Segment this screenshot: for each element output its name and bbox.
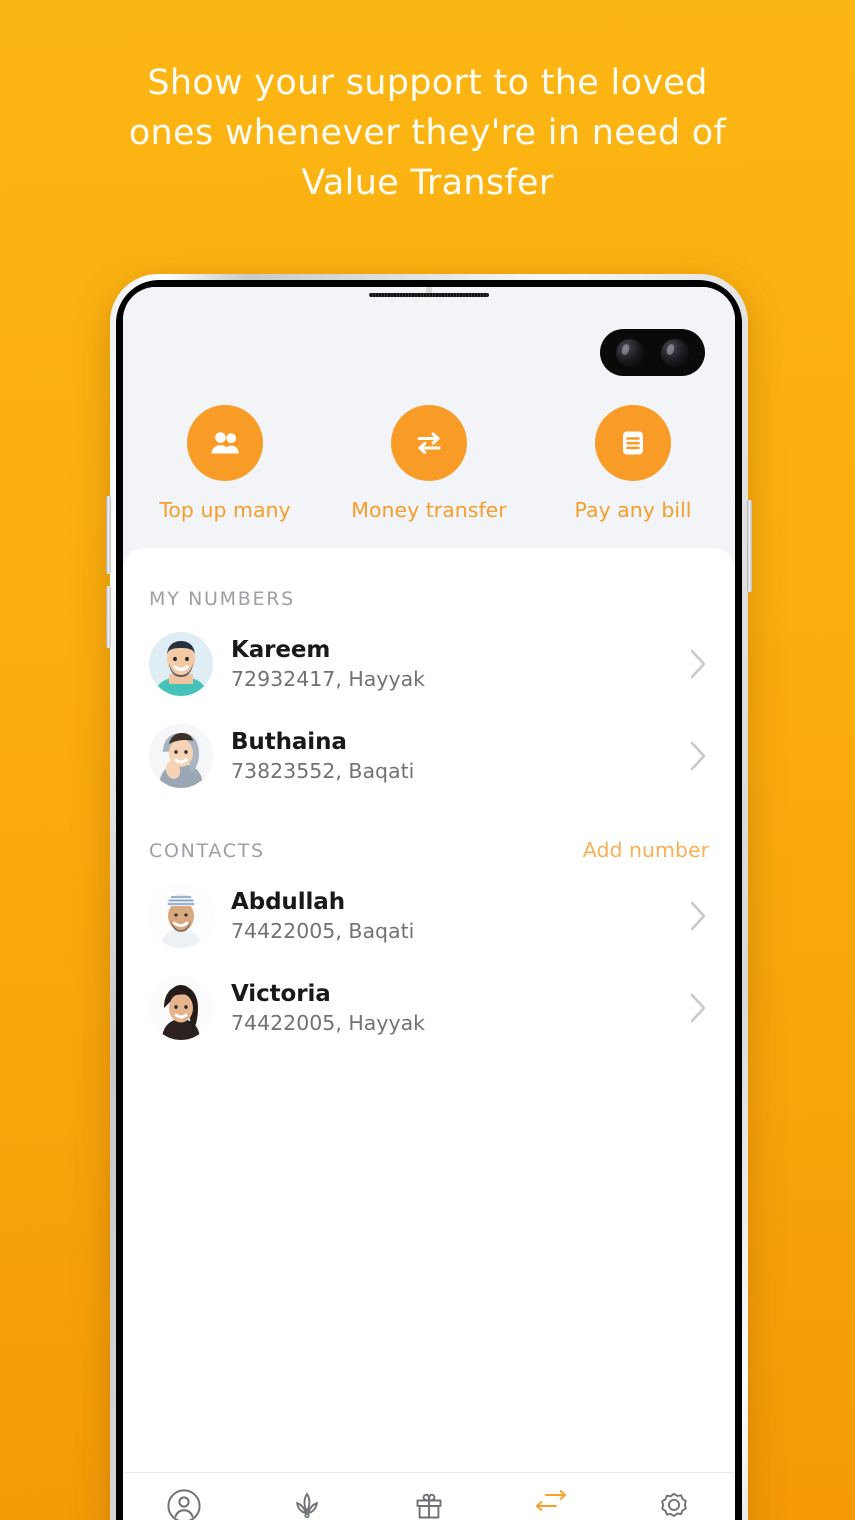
dual-camera-punch-hole — [600, 329, 705, 376]
row-text: Kareem 72932417, Hayyak — [231, 636, 669, 693]
transfer-arrows-icon — [391, 405, 467, 481]
contact-detail: 74422005, Baqati — [231, 918, 415, 943]
app-screen: Top up many Money transfer Pay any bill … — [123, 287, 735, 1520]
camera-lens-secondary — [660, 338, 689, 367]
power-button[interactable] — [747, 500, 752, 592]
quick-actions-row: Top up many Money transfer Pay any bill — [123, 287, 735, 548]
my-number-row-buthaina[interactable]: Buthaina 73823552, Baqati — [149, 710, 709, 802]
my-number-row-kareem[interactable]: Kareem 72932417, Hayyak — [149, 618, 709, 710]
man-omani-kuma-avatar — [149, 884, 213, 948]
contacts-header: CONTACTS Add number — [149, 802, 709, 870]
add-number-link[interactable]: Add number — [583, 838, 709, 862]
volume-up-button[interactable] — [106, 496, 111, 574]
quick-action-pay-any-bill[interactable]: Pay any bill — [548, 405, 718, 522]
woman-grey-hijab-avatar — [149, 724, 213, 788]
section-title: MY NUMBERS — [149, 588, 295, 610]
person-circle-icon — [167, 1489, 201, 1520]
proximity-sensor — [426, 287, 432, 293]
chevron-right-icon — [690, 993, 706, 1023]
headline-line-3: Value Transfer — [301, 163, 554, 203]
contact-name: Buthaina — [231, 728, 347, 755]
promo-headline: Show your support to the loved ones when… — [0, 58, 855, 208]
contact-detail: 74422005, Hayyak — [231, 1010, 426, 1035]
nav-item-offers[interactable] — [261, 1487, 353, 1520]
people-icon — [187, 405, 263, 481]
chevron-right-icon — [690, 649, 706, 679]
nav-item-transfer[interactable] — [505, 1487, 597, 1520]
sheet-empty-space — [149, 1054, 709, 1472]
woman-dark-hair-avatar — [149, 976, 213, 1040]
nav-item-account[interactable] — [138, 1487, 230, 1520]
contact-row-victoria[interactable]: Victoria 74422005, Hayyak — [149, 962, 709, 1054]
row-text: Abdullah 74422005, Baqati — [231, 888, 669, 945]
camera-lens-primary — [616, 338, 645, 367]
contact-name: Kareem — [231, 636, 331, 663]
content-sheet: MY NUMBERS Kareem 72932417, Hayyak Butha… — [123, 548, 735, 1520]
row-text: Buthaina 73823552, Baqati — [231, 728, 669, 785]
gear-icon — [661, 1492, 687, 1517]
nav-item-settings[interactable] — [628, 1487, 720, 1520]
quick-action-label: Money transfer — [351, 498, 507, 522]
my-numbers-header: MY NUMBERS — [149, 548, 709, 618]
contact-detail: 72932417, Hayyak — [231, 666, 426, 691]
phone-screen: Top up many Money transfer Pay any bill … — [123, 287, 735, 1520]
petal-flower-icon — [295, 1492, 318, 1519]
contact-name: Abdullah — [231, 888, 345, 915]
bill-document-icon — [595, 405, 671, 481]
volume-down-button[interactable] — [106, 586, 111, 648]
transfer-arrows-icon — [536, 1490, 567, 1511]
bottom-navigation — [123, 1472, 735, 1520]
gift-icon — [416, 1493, 442, 1519]
quick-action-label: Top up many — [159, 498, 291, 522]
man-teal-polo-avatar — [149, 632, 213, 696]
chevron-right-icon — [690, 901, 706, 931]
headline-line-2: ones whenever they're in need of — [128, 113, 727, 153]
section-title: CONTACTS — [149, 840, 265, 862]
row-text: Victoria 74422005, Hayyak — [231, 980, 669, 1037]
quick-action-top-up-many[interactable]: Top up many — [140, 405, 310, 522]
quick-action-money-transfer[interactable]: Money transfer — [344, 405, 514, 522]
earpiece-speaker — [369, 293, 489, 297]
nav-item-gifts[interactable] — [383, 1487, 475, 1520]
phone-mockup: Top up many Money transfer Pay any bill … — [106, 274, 752, 1520]
headline-line-1: Show your support to the loved — [147, 63, 708, 103]
contact-row-abdullah[interactable]: Abdullah 74422005, Baqati — [149, 870, 709, 962]
contact-name: Victoria — [231, 980, 331, 1007]
quick-action-label: Pay any bill — [574, 498, 692, 522]
contact-detail: 73823552, Baqati — [231, 758, 415, 783]
chevron-right-icon — [690, 741, 706, 771]
